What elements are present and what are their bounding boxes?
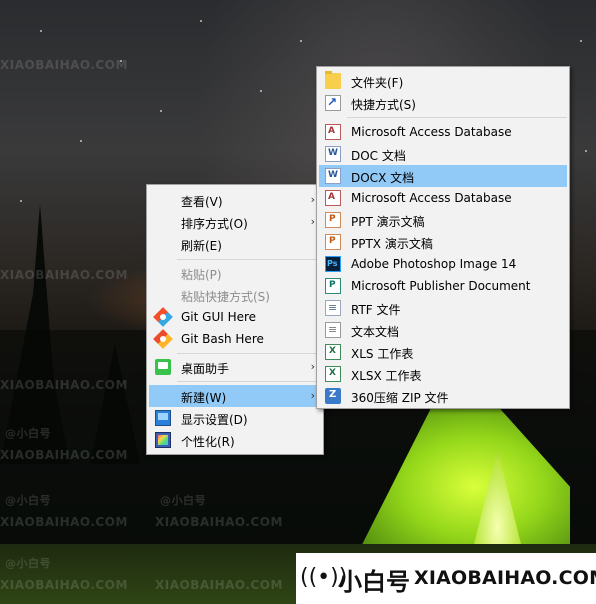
menu-item-label: PPT 演示文稿	[351, 215, 425, 229]
chevron-right-icon: ›	[310, 360, 315, 373]
star	[40, 30, 42, 32]
submenu-item-pptx[interactable]: PPTX 演示文稿	[319, 231, 567, 253]
doc-icon	[325, 146, 341, 162]
menu-item-personalize[interactable]: 个性化(R)	[149, 429, 321, 451]
brand-name: 小白号	[338, 568, 410, 596]
star	[585, 150, 587, 152]
menu-item-label: DOC 文档	[351, 149, 406, 163]
menu-item-refresh[interactable]: 刷新(E)	[149, 233, 321, 255]
menu-item-label: 快捷方式(S)	[351, 98, 416, 112]
photoshop-icon	[325, 256, 341, 272]
menu-item-sort[interactable]: 排序方式(O) ›	[149, 211, 321, 233]
menu-item-view[interactable]: 查看(V) ›	[149, 189, 321, 211]
menu-item-label: 文本文档	[351, 325, 400, 339]
publisher-icon	[325, 278, 341, 294]
chevron-right-icon: ›	[310, 193, 315, 206]
menu-item-label: Git Bash Here	[181, 332, 264, 346]
watermark: XIAOBAIHAO.COM	[0, 268, 128, 282]
brand-watermark: ((•)) 小白号 XIAOBAIHAO.COM	[296, 553, 596, 604]
menu-separator	[347, 117, 567, 118]
access-icon	[325, 124, 341, 140]
submenu-item-docx[interactable]: DOCX 文档	[319, 165, 567, 187]
menu-item-label: 个性化(R)	[181, 435, 235, 449]
ppt-icon	[325, 212, 341, 228]
menu-item-label: DOCX 文档	[351, 171, 415, 185]
menu-item-paste[interactable]: 粘贴(P)	[149, 262, 321, 284]
docx-icon	[325, 168, 341, 184]
menu-item-label: XLS 工作表	[351, 347, 414, 361]
broadcast-icon: ((•))	[300, 565, 348, 590]
desktop-context-menu: 查看(V) › 排序方式(O) › 刷新(E) 粘贴(P) 粘贴快捷方式(S) …	[146, 184, 324, 455]
menu-item-display-settings[interactable]: 显示设置(D)	[149, 407, 321, 429]
zip-icon	[325, 388, 341, 404]
menu-item-label: Microsoft Access Database	[351, 191, 512, 205]
submenu-item-doc[interactable]: DOC 文档	[319, 143, 567, 165]
menu-item-label: PPTX 演示文稿	[351, 237, 433, 251]
star	[580, 40, 582, 42]
submenu-item-access-2[interactable]: Microsoft Access Database	[319, 187, 567, 209]
menu-separator	[177, 259, 321, 260]
xlsx-icon	[325, 366, 341, 382]
menu-separator	[177, 381, 321, 382]
pptx-icon	[325, 234, 341, 250]
rtf-icon	[325, 300, 341, 316]
chevron-right-icon: ›	[310, 389, 315, 402]
menu-item-label: 粘贴快捷方式(S)	[181, 290, 270, 304]
brand-url: XIAOBAIHAO.COM	[414, 567, 596, 589]
submenu-item-ppt[interactable]: PPT 演示文稿	[319, 209, 567, 231]
text-doc-icon	[325, 322, 341, 338]
menu-item-git-bash[interactable]: Git Bash Here	[149, 328, 321, 350]
chevron-right-icon: ›	[310, 215, 315, 228]
menu-item-label: 排序方式(O)	[181, 217, 248, 231]
personalize-icon	[155, 432, 171, 448]
submenu-item-folder[interactable]: 文件夹(F)	[319, 70, 567, 92]
menu-separator	[177, 353, 321, 354]
menu-item-label: Git GUI Here	[181, 310, 257, 324]
menu-item-new[interactable]: 新建(W) ›	[149, 385, 321, 407]
menu-item-label: 显示设置(D)	[181, 413, 248, 427]
shortcut-icon	[325, 95, 341, 111]
menu-item-label: 新建(W)	[181, 391, 227, 405]
menu-item-label: 刷新(E)	[181, 239, 222, 253]
git-bash-icon	[153, 329, 173, 349]
submenu-item-publisher[interactable]: Microsoft Publisher Document	[319, 275, 567, 297]
submenu-item-xlsx[interactable]: XLSX 工作表	[319, 363, 567, 385]
menu-item-label: 360压缩 ZIP 文件	[351, 391, 449, 405]
display-settings-icon	[155, 410, 171, 426]
git-gui-icon	[153, 307, 173, 327]
star	[160, 110, 162, 112]
menu-item-label: RTF 文件	[351, 303, 401, 317]
star	[20, 200, 22, 202]
submenu-item-zip[interactable]: 360压缩 ZIP 文件	[319, 385, 567, 407]
submenu-item-xls[interactable]: XLS 工作表	[319, 341, 567, 363]
menu-item-label: 查看(V)	[181, 195, 223, 209]
submenu-item-shortcut[interactable]: 快捷方式(S)	[319, 92, 567, 114]
new-submenu: 文件夹(F) 快捷方式(S) Microsoft Access Database…	[316, 66, 570, 409]
submenu-item-photoshop[interactable]: Adobe Photoshop Image 14	[319, 253, 567, 275]
xls-icon	[325, 344, 341, 360]
submenu-item-text-doc[interactable]: 文本文档	[319, 319, 567, 341]
submenu-item-access-1[interactable]: Microsoft Access Database	[319, 121, 567, 143]
menu-item-desktop-helper[interactable]: 桌面助手 ›	[149, 356, 321, 378]
menu-item-paste-shortcut[interactable]: 粘贴快捷方式(S)	[149, 284, 321, 306]
menu-item-label: XLSX 工作表	[351, 369, 422, 383]
menu-item-label: 粘贴(P)	[181, 268, 222, 282]
folder-icon	[325, 71, 341, 89]
star	[120, 60, 122, 62]
access-icon	[325, 190, 341, 206]
star	[300, 40, 302, 42]
menu-item-label: Adobe Photoshop Image 14	[351, 257, 517, 271]
menu-item-git-gui[interactable]: Git GUI Here	[149, 306, 321, 328]
desktop-helper-icon	[155, 359, 171, 375]
star	[80, 140, 82, 142]
menu-item-label: Microsoft Publisher Document	[351, 279, 531, 293]
menu-item-label: 文件夹(F)	[351, 76, 404, 90]
submenu-item-rtf[interactable]: RTF 文件	[319, 297, 567, 319]
star	[200, 20, 202, 22]
watermark: XIAOBAIHAO.COM	[0, 58, 128, 72]
star	[260, 90, 262, 92]
menu-item-label: 桌面助手	[181, 362, 230, 376]
menu-item-label: Microsoft Access Database	[351, 125, 512, 139]
